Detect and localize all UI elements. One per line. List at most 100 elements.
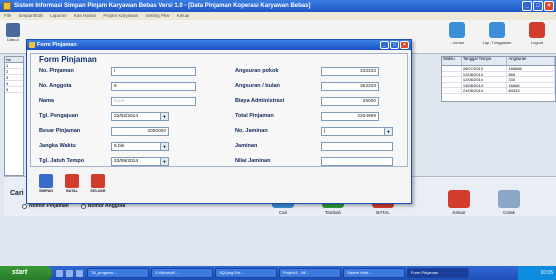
grid-cell: 12/06/2014 [462,77,508,82]
menu-laporan[interactable]: Laporan [50,13,67,18]
menu-setting[interactable]: Setting Pkw [146,13,170,18]
cancel-icon [65,174,79,188]
dialog-keluar-button[interactable]: KELUAR [87,174,109,193]
save-icon [39,174,53,188]
menu-file[interactable]: File [4,13,11,18]
chevron-down-icon[interactable]: ▼ [160,113,168,120]
close-button[interactable]: × [544,1,554,11]
toolbar-item-label: Logout [530,40,544,45]
dialog-title: Form Pinjaman [37,42,77,48]
menu-kas-harian[interactable]: Kas Harian [74,13,96,18]
menu-simpan-edit[interactable]: Simpan/Edit [19,13,43,18]
button-label: Tambah [324,210,341,215]
simpan-button[interactable]: SIMPAN [35,174,57,193]
tgl-jatuh-tempo-picker[interactable]: 22/08/2014 ▼ [111,157,169,166]
no-pinjaman-field[interactable]: I [111,67,196,76]
menu-keluar[interactable]: Keluar [177,13,190,18]
no-pinjaman-label: No. Pinjaman [39,68,74,74]
jaminan-label: Jaminan [235,143,258,149]
app-icon [3,2,11,10]
toolbar-data-button[interactable]: Data A [2,23,24,53]
system-clock: 10:05 [518,266,556,280]
grid-header-waktu: Waktu [442,56,462,65]
grid-header-angsuran: Angsuran [507,56,556,65]
jangka-waktu-select[interactable]: 6 bln ▼ [111,142,169,151]
menu-bar: File Simpan/Edit Laporan Kas Harian Pinj… [0,12,556,20]
app-title: Sistem Informasi Simpan Pinjam Karyawan … [14,3,311,9]
window-controls: _ □ × [522,1,554,11]
grid-cell [442,66,462,71]
maximize-button[interactable]: □ [533,1,543,11]
dialog-close-button[interactable]: × [400,41,409,49]
no-anggota-label: No. Anggota [39,83,72,89]
grid-cell: 166666 [507,66,556,71]
report-icon [449,22,465,38]
tgl-pengajuan-label: Tgl. Pengajuan [39,113,79,119]
angsuran-pokok-label: Angsuran pokok [235,68,279,74]
tgl-jatuh-tempo-value: 22/08/2014 [114,159,139,164]
secondary-action-buttons: Keluar Cetak [440,190,528,215]
toolbar-item-label: Lap. Tunggakan [482,40,512,45]
table-row[interactable]: 21/06/2014 83333 [442,88,556,94]
keluar-button[interactable]: Keluar [440,190,478,215]
no-jaminan-label: No. Jaminan [235,128,268,134]
toolbar-tunggakan-button[interactable]: Lap. Tunggakan [480,22,514,45]
button-label: BATAL [66,189,78,193]
nilai-jaminan-field[interactable] [321,157,393,166]
nama-field[interactable]: sope [111,97,196,106]
no-anggota-field[interactable]: 6 [111,82,196,91]
button-label: Cari [278,210,288,215]
dialog-minimize-button[interactable]: _ [380,41,389,49]
total-pinjaman-label: Total Pinjaman [235,113,274,119]
grid-cell [442,71,462,76]
taskbar-item[interactable]: Sistem Infor... [343,268,405,278]
chevron-down-icon[interactable]: ▼ [160,158,168,165]
power-icon [529,22,545,38]
chevron-down-icon[interactable]: ▼ [384,128,392,135]
grid-cell: 26/07/2013 [462,66,508,71]
besar-pinjaman-field[interactable]: 2000000 [111,127,169,136]
grid-cell [442,77,462,82]
taskbar-item[interactable]: Project1 - Mi... [279,268,341,278]
pinjaman-data-grid[interactable]: Waktu Tanggal Tempo Angsuran 26/07/2013 … [441,56,556,102]
taskbar-item[interactable]: 3 Microsoft... [151,268,213,278]
radio-icon [22,203,27,209]
tgl-pengajuan-picker[interactable]: 22/02/2014 ▼ [111,112,169,121]
besar-pinjaman-label: Besar Pinjaman [39,128,81,134]
angsuran-bulan-label: Angsuran / bulan [235,83,280,89]
chevron-down-icon[interactable]: ▼ [160,143,168,150]
menu-pinjam-karyawan[interactable]: Pinjam Karyawan [103,13,138,18]
no-jaminan-value: | [324,129,326,134]
jangka-waktu-label: Jangka Waktu [39,143,76,149]
total-pinjaman-field[interactable]: 2204999 [321,112,379,121]
start-button[interactable]: start [0,266,52,280]
toolbar-logout-button[interactable]: Logout [520,22,554,45]
grid-cell: 83333 [507,88,556,93]
biaya-admin-label: Biaya Administrasi [235,98,285,104]
nilai-jaminan-label: Nilai Jaminan [235,158,271,164]
cetak-button[interactable]: Cetak [490,190,528,215]
taskbar-item[interactable]: SQLyog Ent... [215,268,277,278]
angsuran-pokok-field[interactable]: 333333 [321,67,379,76]
quick-launch-icon[interactable] [56,269,63,277]
no-jaminan-select[interactable]: | ▼ [321,127,393,136]
toolbar-item-label: ...inman [449,40,465,45]
table-row[interactable]: 5 [5,87,23,93]
left-data-grid[interactable]: No 1 2 3 4 5 [4,56,24,176]
taskbar-item-active[interactable]: Form Pinjaman [407,268,469,278]
jaminan-field[interactable] [321,142,393,151]
taskbar-item[interactable]: TA_program... [87,268,149,278]
toolbar-pinjaman-button[interactable]: ...inman [440,22,474,45]
angsuran-bulan-field[interactable]: 363333 [321,82,379,91]
quick-launch-icon[interactable] [66,269,73,277]
grid-cell [442,88,462,93]
dialog-maximize-button[interactable]: □ [390,41,399,49]
quick-launch-icon[interactable] [76,269,83,277]
jangka-waktu-value: 6 bln [114,144,125,149]
minimize-button[interactable]: _ [522,1,532,11]
dialog-batal-button[interactable]: BATAL [61,174,83,193]
grid-cell: 13/08/2014 [462,82,508,87]
nama-label: Nama [39,98,54,104]
biaya-admin-field[interactable]: 25000 [321,97,379,106]
button-label: BATAL [376,210,390,215]
